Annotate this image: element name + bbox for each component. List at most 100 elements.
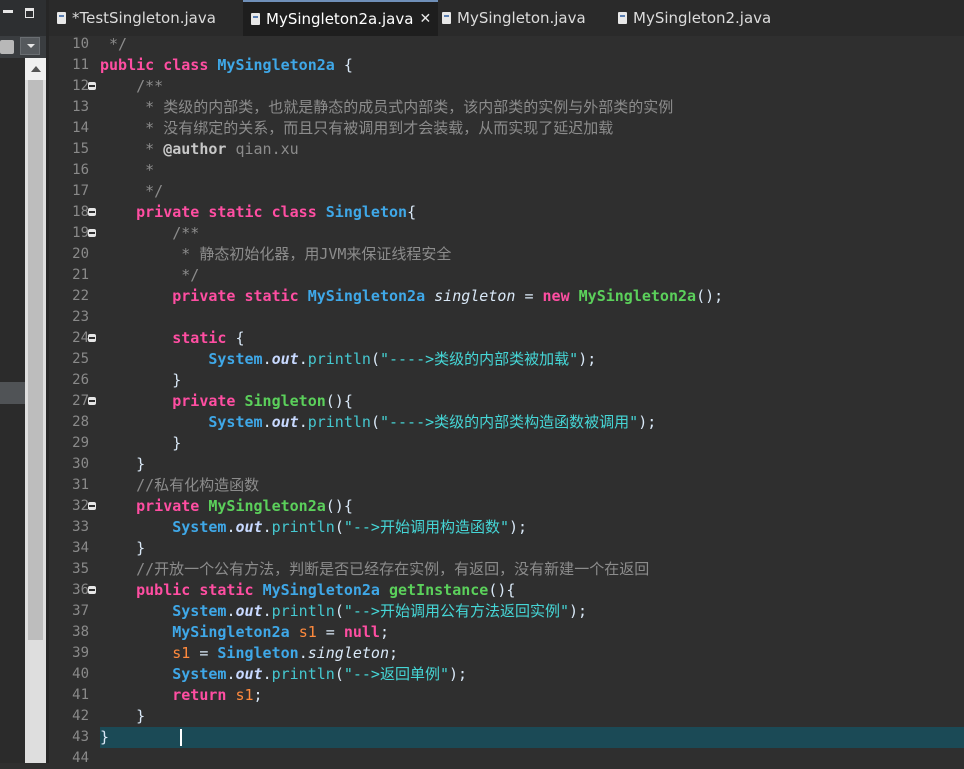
code-text[interactable]: private MySingleton2a(){: [100, 496, 353, 517]
code-line[interactable]: 43}: [49, 727, 964, 748]
code-line[interactable]: 10 */: [49, 34, 964, 55]
code-text[interactable]: static {: [100, 328, 244, 349]
code-text[interactable]: * 没有绑定的关系，而且只有被调用到才会装载，从而实现了延迟加载: [100, 118, 613, 139]
view-menu-button[interactable]: [20, 37, 40, 55]
code-text[interactable]: }: [100, 370, 181, 391]
code-line[interactable]: 41 return s1;: [49, 685, 964, 706]
fold-collapse-icon[interactable]: [88, 82, 96, 90]
code-text[interactable]: }: [100, 727, 109, 748]
code-text[interactable]: System.out.println("---->类级的内部类被加载");: [100, 349, 596, 370]
code-text[interactable]: System.out.println("-->返回单例");: [100, 664, 467, 685]
code-text[interactable]: return s1;: [100, 685, 262, 706]
minimize-icon[interactable]: [3, 10, 13, 13]
token-op: }: [100, 371, 182, 389]
token-cmt: //开放一个公有方法，判断是否已经存在实例，有返回，没有新建一个在返回: [100, 560, 650, 578]
code-text[interactable]: }: [100, 433, 181, 454]
code-line[interactable]: 32 private MySingleton2a(){: [49, 496, 964, 517]
code-text[interactable]: MySingleton2a s1 = null;: [100, 622, 389, 643]
code-line[interactable]: 34 }: [49, 538, 964, 559]
code-text[interactable]: }: [100, 538, 145, 559]
code-line[interactable]: 15 * @author qian.xu: [49, 139, 964, 160]
fold-collapse-icon[interactable]: [88, 397, 96, 405]
fold-collapse-icon[interactable]: [88, 334, 96, 342]
code-text[interactable]: s1 = Singleton.singleton;: [100, 643, 398, 664]
code-text[interactable]: public class MySingleton2a {: [100, 55, 353, 76]
code-line[interactable]: 18 private static class Singleton{: [49, 202, 964, 223]
code-line[interactable]: 20 * 静态初始化器，用JVM来保证线程安全: [49, 244, 964, 265]
code-line[interactable]: 28 System.out.println("---->类级的内部类构造函数被调…: [49, 412, 964, 433]
code-line[interactable]: 11 public class MySingleton2a {: [49, 55, 964, 76]
code-line[interactable]: 33 System.out.println("-->开始调用构造函数");: [49, 517, 964, 538]
code-line[interactable]: 22 private static MySingleton2a singleto…: [49, 286, 964, 307]
code-line[interactable]: 14 * 没有绑定的关系，而且只有被调用到才会装载，从而实现了延迟加载: [49, 118, 964, 139]
code-text[interactable]: private static class Singleton{: [100, 202, 416, 223]
code-text[interactable]: public static MySingleton2a getInstance(…: [100, 580, 515, 601]
scroll-up-button[interactable]: [25, 58, 46, 80]
fold-collapse-icon[interactable]: [88, 208, 96, 216]
code-line[interactable]: 26 }: [49, 370, 964, 391]
code-text[interactable]: * @author qian.xu: [100, 139, 299, 160]
line-number: 24: [72, 330, 89, 346]
code-line[interactable]: 37 System.out.println("-->开始调用公有方法返回实例")…: [49, 601, 964, 622]
code-text[interactable]: //私有化构造函数: [100, 475, 259, 496]
code-line[interactable]: 35 //开放一个公有方法，判断是否已经存在实例，有返回，没有新建一个在返回: [49, 559, 964, 580]
tab-mysingleton2a[interactable]: MySingleton2a.java ✕: [243, 0, 438, 36]
code-text[interactable]: */: [100, 181, 163, 202]
code-line[interactable]: 39 s1 = Singleton.singleton;: [49, 643, 964, 664]
fold-collapse-icon[interactable]: [88, 229, 96, 237]
code-text[interactable]: */: [100, 265, 199, 286]
line-number: 41: [72, 687, 89, 703]
code-text[interactable]: System.out.println("---->类级的内部类构造函数被调用")…: [100, 412, 656, 433]
package-tree[interactable]: [0, 58, 25, 763]
token-kw: static: [199, 581, 254, 599]
code-text[interactable]: System.out.println("-->开始调用构造函数");: [100, 517, 527, 538]
tab-testsingleton[interactable]: *TestSingleton.java: [57, 0, 216, 36]
code-text[interactable]: private Singleton(){: [100, 391, 353, 412]
code-text[interactable]: System.out.println("-->开始调用公有方法返回实例");: [100, 601, 587, 622]
code-editor[interactable]: 10 */11 public class MySingleton2a {12 /*…: [49, 34, 964, 766]
code-line[interactable]: 12 /**: [49, 76, 964, 97]
code-line[interactable]: 31 //私有化构造函数: [49, 475, 964, 496]
code-text[interactable]: *: [100, 160, 154, 181]
token-cmt: /**: [100, 224, 200, 242]
code-line[interactable]: 17 */: [49, 181, 964, 202]
code-line[interactable]: 38 MySingleton2a s1 = null;: [49, 622, 964, 643]
token-op: [100, 581, 136, 599]
token-op: [235, 287, 244, 305]
code-line[interactable]: 30 }: [49, 454, 964, 475]
code-text[interactable]: }: [100, 706, 145, 727]
code-text[interactable]: * 类级的内部类，也就是静态的成员式内部类，该内部类的实例与外部类的实例: [100, 97, 673, 118]
code-line[interactable]: 24 static {: [49, 328, 964, 349]
code-text[interactable]: private static MySingleton2a singleton =…: [100, 286, 723, 307]
tab-mysingleton[interactable]: MySingleton.java: [442, 0, 586, 36]
code-line[interactable]: 21 */: [49, 265, 964, 286]
code-line[interactable]: 42 }: [49, 706, 964, 727]
link-editor-icon[interactable]: [0, 40, 14, 54]
maximize-icon[interactable]: [25, 8, 34, 18]
code-line[interactable]: 40 System.out.println("-->返回单例");: [49, 664, 964, 685]
code-text[interactable]: /**: [100, 76, 163, 97]
code-text[interactable]: }: [100, 454, 145, 475]
fold-collapse-icon[interactable]: [88, 586, 96, 594]
line-number: 20: [72, 246, 89, 262]
code-line[interactable]: 13 * 类级的内部类，也就是静态的成员式内部类，该内部类的实例与外部类的实例: [49, 97, 964, 118]
code-text[interactable]: /**: [100, 223, 199, 244]
code-line[interactable]: 44: [49, 748, 964, 769]
code-line[interactable]: 29 }: [49, 433, 964, 454]
tab-mysingleton2[interactable]: MySingleton2.java: [618, 0, 771, 36]
code-text[interactable]: * 静态初始化器，用JVM来保证线程安全: [100, 244, 451, 265]
token-fld: singleton: [434, 287, 516, 305]
code-line[interactable]: 16 *: [49, 160, 964, 181]
code-line[interactable]: 25 System.out.println("---->类级的内部类被加载");: [49, 349, 964, 370]
tree-selected-item[interactable]: [0, 382, 25, 404]
close-tab-icon[interactable]: ✕: [419, 11, 431, 27]
code-line[interactable]: 19 /**: [49, 223, 964, 244]
token-str: "---->类级的内部类被加载": [379, 350, 579, 368]
code-text[interactable]: */: [100, 34, 127, 55]
code-line[interactable]: 36 public static MySingleton2a getInstan…: [49, 580, 964, 601]
code-line[interactable]: 23: [49, 307, 964, 328]
fold-collapse-icon[interactable]: [88, 502, 96, 510]
code-text[interactable]: //开放一个公有方法，判断是否已经存在实例，有返回，没有新建一个在返回: [100, 559, 649, 580]
code-line[interactable]: 27 private Singleton(){: [49, 391, 964, 412]
scrollbar-thumb[interactable]: [28, 80, 43, 640]
